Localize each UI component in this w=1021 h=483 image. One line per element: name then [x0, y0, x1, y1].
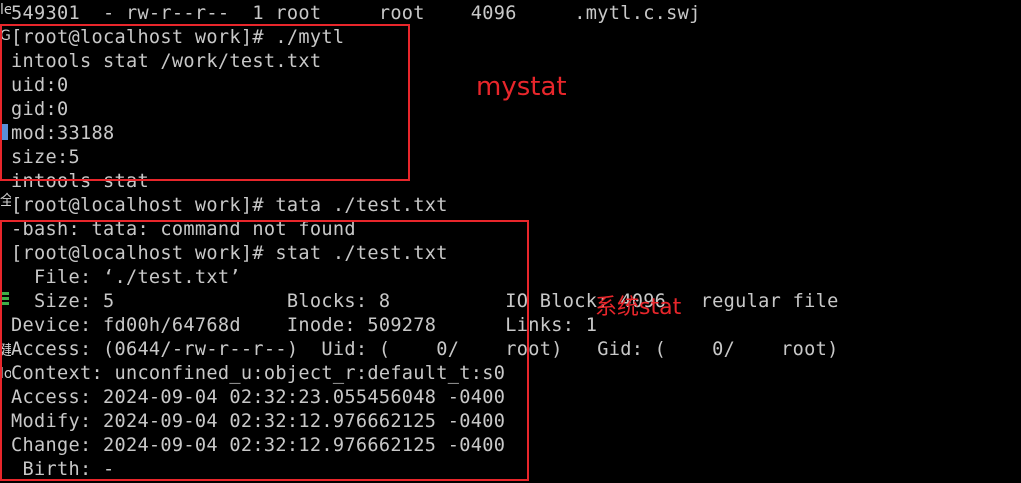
terminal-line: 549301 - rw-r--r-- 1 root root 4096 .myt… [11, 3, 701, 24]
background-window-edge: 全 [0, 193, 11, 209]
terminal-line: [root@localhost work]# tata ./test.txt [11, 195, 448, 216]
system-stat-highlight-box [0, 220, 529, 481]
system-stat-label: 系统stat [595, 295, 682, 320]
background-window-edge: le [0, 2, 11, 18]
mystat-label: mystat [476, 72, 567, 102]
mystat-highlight-box [0, 24, 410, 181]
